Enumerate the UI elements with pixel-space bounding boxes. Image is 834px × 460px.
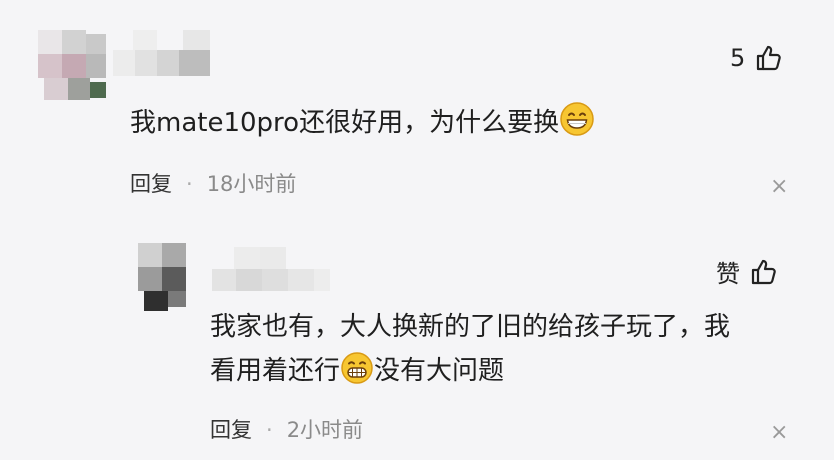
reply-avatar[interactable] [138,243,186,311]
reply-like-label: 赞 [716,260,740,288]
like-button[interactable]: 5 [730,44,783,72]
thumbs-up-icon [757,45,782,71]
reply-text-line-1: 我家也有，大人换新的了旧的给孩子玩了，我 [210,312,731,342]
like-count: 5 [730,44,746,72]
reply-reply-link[interactable]: 回复 [210,418,252,442]
comment-text: 我mate10pro还很好用，为什么要换 [130,101,595,140]
reply-username-blurred[interactable] [212,247,330,291]
thumbs-up-icon [751,259,776,284]
reply-text-line-2: 看用着还行 没有大问题 [210,351,504,388]
reply-link[interactable]: 回复 [130,172,172,196]
comment-meta: 回复 · 18小时前 [130,170,296,198]
comment-timestamp: 18小时前 [206,172,297,196]
grinning-teeth-face-icon [341,352,373,384]
grinning-face-icon [560,102,594,136]
dismiss-reply-button[interactable]: × [770,422,788,444]
reply-meta: 回复 · 2小时前 [210,416,363,444]
username-blurred[interactable] [113,30,210,76]
close-icon: × [770,174,789,199]
reply-like-button[interactable]: 赞 [716,254,778,289]
meta-separator: · [266,418,273,442]
meta-separator: · [186,172,193,196]
close-icon: × [770,420,789,445]
dismiss-comment-button[interactable]: × [770,176,788,198]
reply-timestamp: 2小时前 [286,418,364,442]
avatar[interactable] [38,30,106,100]
